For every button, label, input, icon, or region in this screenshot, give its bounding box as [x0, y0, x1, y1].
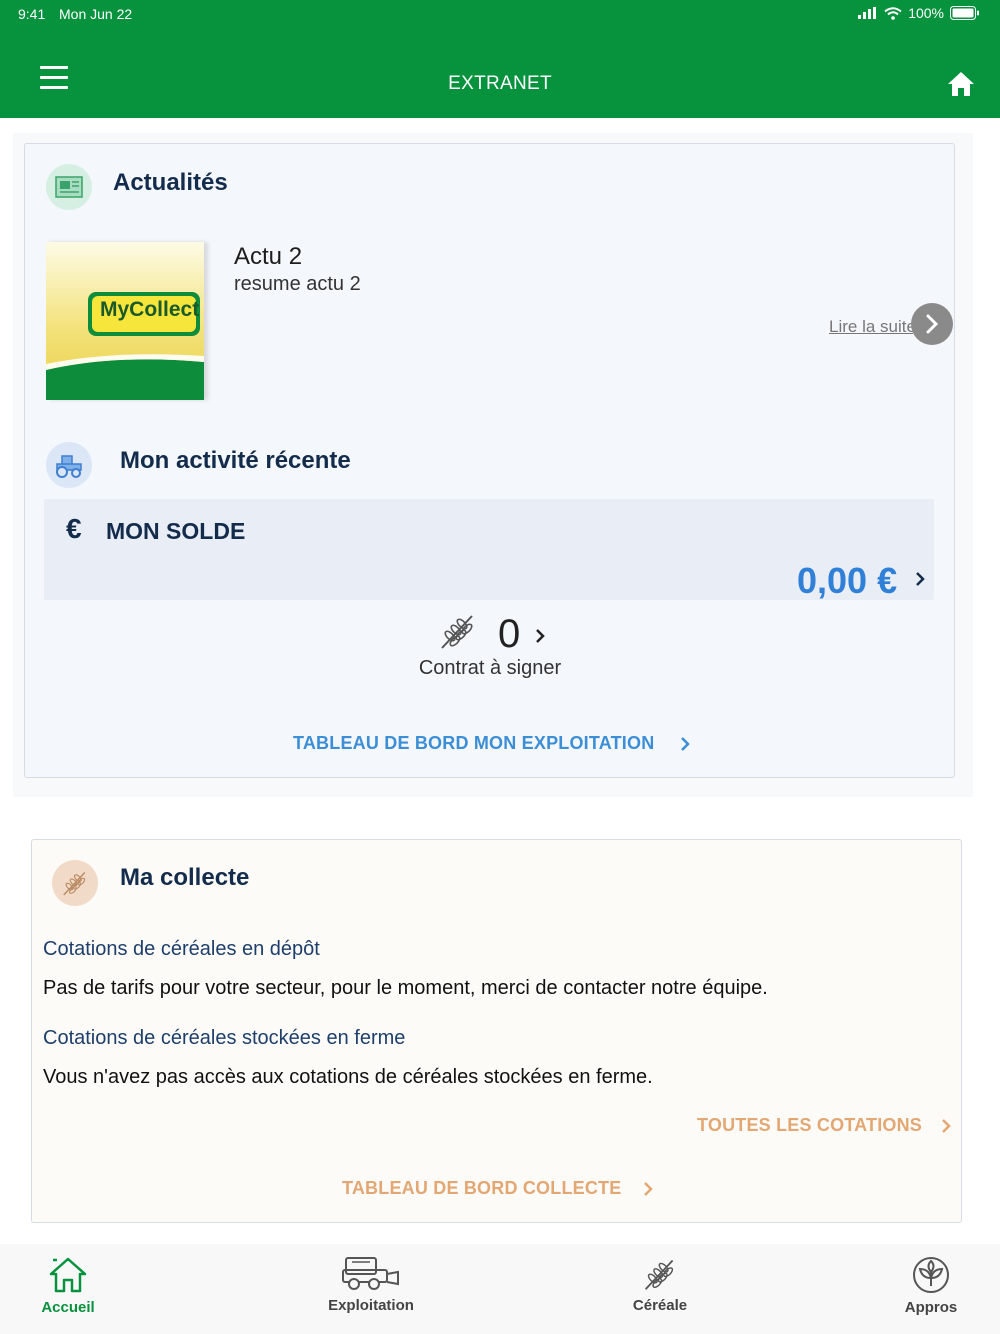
tab-label: Appros — [904, 1299, 958, 1316]
home-icon — [948, 72, 974, 96]
tab-label: Exploitation — [328, 1297, 414, 1314]
tab-accueil[interactable]: Accueil — [38, 1256, 98, 1316]
wheat-icon — [63, 872, 86, 896]
news-item-title[interactable]: Actu 2 — [234, 243, 302, 271]
tab-label: Céréale — [632, 1297, 688, 1314]
collecte-section-title: Ma collecte — [120, 864, 250, 891]
tab-exploitation[interactable]: Exploitation — [322, 1254, 420, 1314]
bottom-tab-bar — [0, 1244, 1000, 1334]
page-title: EXTRANET — [448, 73, 552, 94]
logo-text: MyCollect — [100, 298, 200, 321]
newspaper-icon — [55, 176, 83, 198]
harvester-icon — [342, 1257, 399, 1290]
wheat-icon — [438, 612, 478, 655]
battery-icon — [950, 6, 979, 20]
plant-icon — [913, 1257, 949, 1293]
tab-appros[interactable]: Appros — [900, 1256, 962, 1316]
home-button[interactable] — [946, 70, 976, 98]
status-indicators: 100% — [858, 5, 980, 21]
wheat-icon — [644, 1259, 674, 1290]
deposit-quotes-heading: Cotations de céréales en dépôt — [43, 938, 320, 960]
activity-icon-badge — [46, 442, 92, 488]
news-item-summary: resume actu 2 — [234, 273, 361, 295]
chevron-right-icon — [926, 314, 939, 334]
wifi-icon — [884, 6, 902, 20]
collecte-dashboard-link[interactable]: TABLEAU DE BORD COLLECTE — [342, 1178, 621, 1199]
news-icon-badge — [46, 164, 92, 210]
tractor-icon — [56, 455, 82, 478]
hamburger-icon — [40, 66, 68, 69]
collecte-dashboard-chevron-icon[interactable] — [642, 1180, 654, 1203]
status-date: Mon Jun 22 — [59, 6, 133, 22]
euro-icon: € — [66, 513, 82, 544]
battery-percent: 100% — [908, 5, 944, 21]
farm-quotes-text: Vous n'avez pas accès aux cotations de c… — [43, 1066, 653, 1088]
all-quotes-chevron-icon[interactable] — [940, 1117, 952, 1140]
contracts-count[interactable]: 0 — [498, 612, 520, 657]
deposit-quotes-text: Pas de tarifs pour votre secteur, pour l… — [43, 977, 768, 999]
read-more-link[interactable]: Lire la suite — [829, 317, 913, 337]
home-icon — [49, 1257, 87, 1293]
farm-dashboard-link[interactable]: TABLEAU DE BORD MON EXPLOITATION — [293, 733, 654, 754]
news-section-title: Actualités — [113, 169, 228, 196]
contracts-chevron-icon[interactable] — [534, 627, 546, 650]
balance-amount[interactable]: 0,00 € — [797, 560, 897, 602]
all-quotes-link[interactable]: TOUTES LES COTATIONS — [697, 1115, 922, 1136]
signal-icon — [858, 7, 877, 19]
app-header: 9:41 Mon Jun 22 100% EXTRANET — [0, 0, 1000, 118]
balance-chevron-icon[interactable] — [914, 570, 926, 593]
tab-cereale[interactable]: Céréale — [624, 1256, 696, 1314]
farm-quotes-heading: Cotations de céréales stockées en ferme — [43, 1027, 406, 1049]
read-more-button[interactable] — [911, 303, 953, 345]
activity-section-title: Mon activité récente — [120, 447, 351, 474]
balance-label: MON SOLDE — [106, 518, 246, 544]
farm-dashboard-chevron-icon[interactable] — [679, 735, 691, 758]
contracts-label: Contrat à signer — [418, 657, 562, 679]
tab-label: Accueil — [41, 1299, 95, 1316]
collecte-icon-badge — [52, 860, 98, 906]
status-time: 9:41 — [18, 6, 46, 22]
